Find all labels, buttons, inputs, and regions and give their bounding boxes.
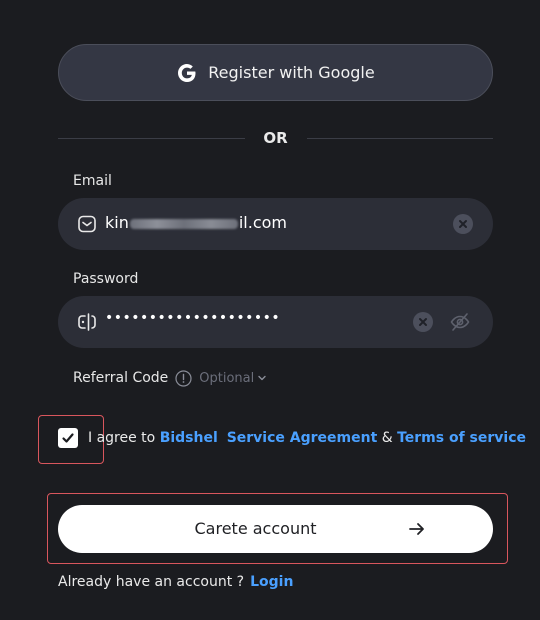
checkmark-icon [62,433,74,443]
agree-prefix: I agree to [88,430,160,446]
create-account-button[interactable]: Carete account [58,505,493,553]
eye-off-icon[interactable] [448,311,472,333]
terms-of-service-link[interactable]: Terms of service [397,430,526,446]
service-agreement-link[interactable]: Service Agreement [227,430,378,446]
clear-password-icon[interactable] [413,312,433,332]
bidshel-link[interactable]: Bidshel [160,430,218,446]
arrow-right-icon [408,520,426,538]
divider-line-left [58,137,245,139]
optional-label: Optional [199,370,255,386]
info-icon[interactable] [175,369,192,387]
agree-checkbox[interactable] [58,428,78,448]
referral-code-label: Referral Code [73,370,169,386]
register-with-google-label: Register with Google [208,63,375,82]
google-g-icon [176,62,198,84]
chevron-down-icon [257,373,267,383]
amp-text: & [377,430,398,446]
agree-text: I agree to Bidshel Service Agreement & T… [88,430,526,446]
mail-icon [76,213,98,235]
password-value: •••••••••••••••••••• [105,310,281,326]
or-label: OR [263,129,288,147]
clear-email-icon[interactable] [453,214,473,234]
email-value: kin il.com [105,213,288,232]
or-divider: OR [58,128,493,148]
redacted-blur [129,218,238,229]
password-icon [76,311,98,333]
login-row: Already have an account ? Login [58,574,293,590]
referral-code-toggle[interactable]: Referral Code Optional [73,368,267,388]
divider-line-right [306,137,493,139]
email-label: Email [73,173,112,189]
login-prompt: Already have an account ? [58,574,245,590]
password-label: Password [73,271,139,287]
email-field[interactable]: kin il.com [58,198,493,250]
create-account-label: Carete account [194,519,317,538]
login-link[interactable]: Login [250,574,293,590]
register-with-google-button[interactable]: Register with Google [58,44,493,101]
password-field[interactable]: •••••••••••••••••••• [58,296,493,348]
